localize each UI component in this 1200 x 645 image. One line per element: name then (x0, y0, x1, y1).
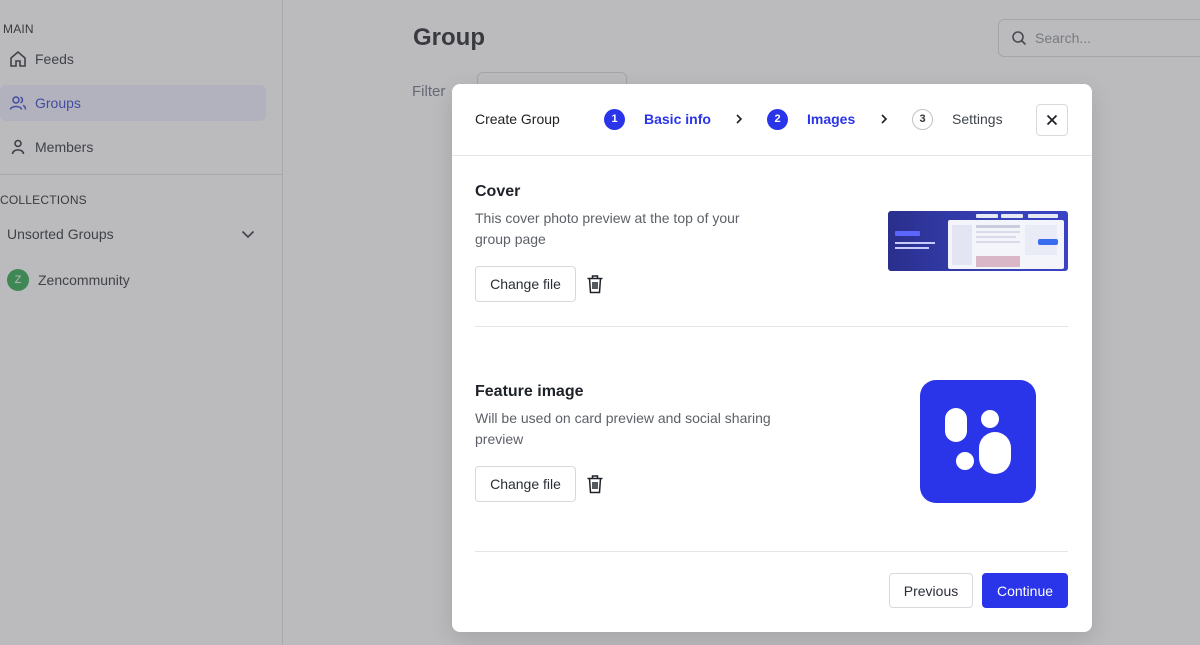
cover-title: Cover (475, 183, 521, 200)
previous-button[interactable]: Previous (889, 573, 973, 608)
feature-image-preview (920, 380, 1036, 503)
modal-header: Create Group 1 Basic info 2 Images 3 Set… (452, 84, 1092, 156)
cover-change-file-button[interactable]: Change file (475, 266, 576, 302)
create-group-modal: Create Group 1 Basic info 2 Images 3 Set… (452, 84, 1092, 632)
step-number: 1 (604, 108, 625, 130)
close-icon (1046, 114, 1058, 126)
section-divider (475, 326, 1068, 327)
cover-trash-icon[interactable] (585, 273, 605, 295)
step-number: 2 (767, 108, 788, 130)
feature-title: Feature image (475, 383, 584, 400)
modal-title: Create Group (475, 111, 560, 127)
step-label: Images (807, 111, 856, 127)
step-label: Settings (952, 111, 1003, 127)
chevron-right-icon (877, 110, 891, 128)
feature-change-file-button[interactable]: Change file (475, 466, 576, 502)
step-basic-info[interactable]: 1 Basic info (604, 108, 711, 130)
cover-description: This cover photo preview at the top of y… (475, 210, 740, 247)
step-images[interactable]: 2 Images (767, 108, 855, 130)
continue-button[interactable]: Continue (982, 573, 1068, 608)
feature-description: Will be used on card preview and social … (475, 410, 771, 447)
step-number: 3 (912, 108, 933, 130)
step-settings[interactable]: 3 Settings (912, 108, 1003, 130)
close-button[interactable] (1036, 104, 1068, 136)
footer-divider (475, 551, 1068, 552)
chevron-right-icon (732, 110, 746, 128)
step-label: Basic info (644, 111, 711, 127)
cover-image-preview (888, 211, 1068, 271)
feature-trash-icon[interactable] (585, 473, 605, 495)
